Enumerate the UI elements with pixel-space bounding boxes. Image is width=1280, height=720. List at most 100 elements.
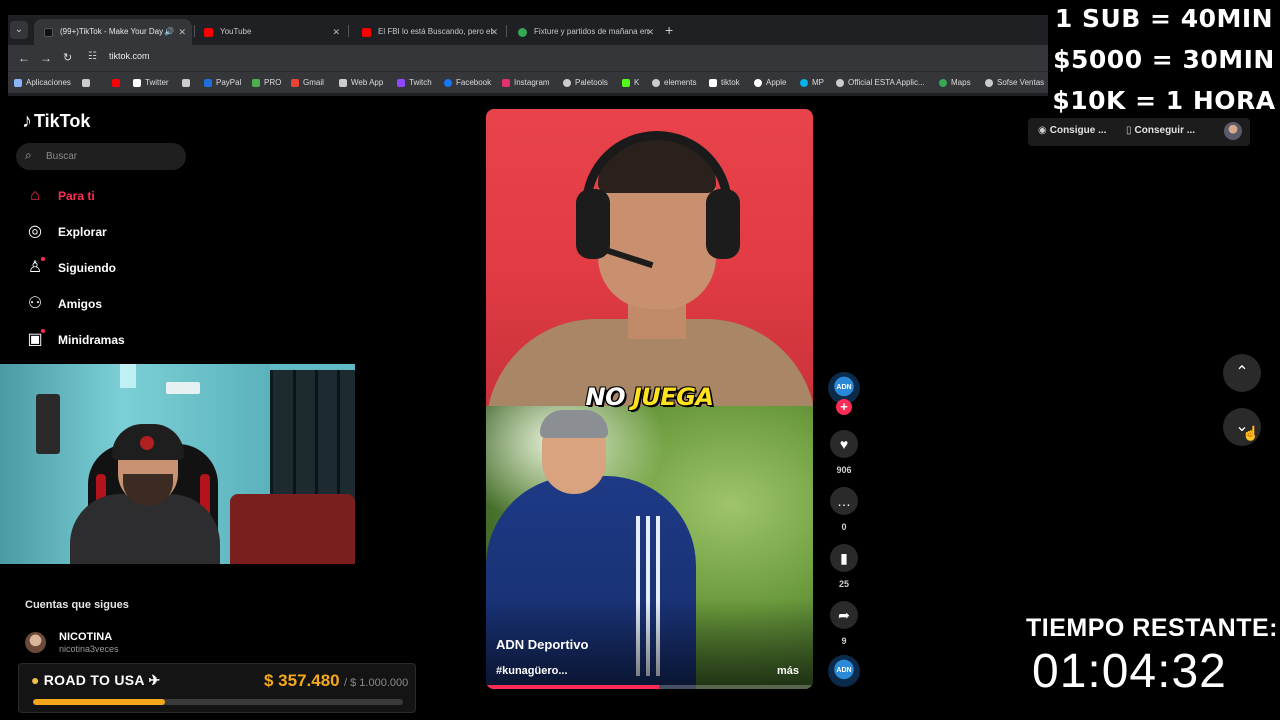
- bookmark-paletools[interactable]: Paletools: [563, 77, 608, 89]
- close-tab-icon[interactable]: ✕: [490, 19, 498, 45]
- comment-icon[interactable]: …: [830, 487, 858, 515]
- globe-icon: [836, 79, 844, 87]
- bookmark-twitter[interactable]: Twitter: [133, 77, 169, 89]
- bookmark-webapp[interactable]: Web App: [339, 77, 383, 89]
- apps-grid-icon: [14, 79, 22, 87]
- twitch-icon: [397, 79, 405, 87]
- tab-divider: [506, 25, 507, 37]
- bookmark-facebook[interactable]: Facebook: [444, 77, 491, 89]
- close-tab-icon[interactable]: ✕: [646, 19, 654, 45]
- timer-label: TIEMPO RESTANTE:: [1026, 614, 1278, 642]
- stream-goals-overlay: 1 SUB = 40MIN $5000 = 30MIN $10K = 1 HOR…: [1048, 0, 1280, 122]
- bookmark-gmail[interactable]: Gmail: [291, 77, 324, 89]
- phone-icon: ▯: [1126, 125, 1132, 136]
- bookmark-label: elements: [664, 78, 697, 87]
- follow-plus-icon[interactable]: +: [836, 399, 852, 415]
- video-description[interactable]: #kunagüero...: [496, 665, 568, 677]
- money-bag-icon: ●: [31, 672, 40, 688]
- video-progress-fill: [486, 685, 660, 689]
- youtube-favicon-icon: [204, 28, 213, 37]
- address-bar[interactable]: ☷ tiktok.com: [84, 48, 1044, 68]
- bookmark-icon[interactable]: ▮: [830, 544, 858, 572]
- video-player[interactable]: NO JUEGA ADN Deportivo #kunagüero... más: [486, 109, 813, 689]
- tiktok-favicon-icon: [44, 28, 53, 37]
- compass-icon: ◎: [28, 223, 42, 240]
- bookmark-esta[interactable]: Official ESTA Applic...: [836, 77, 925, 89]
- tab-fixture[interactable]: Fixture y partidos de mañana en ✕: [508, 19, 660, 45]
- search-input[interactable]: ⌕ Buscar: [16, 143, 186, 170]
- previous-video-chevron-up-icon[interactable]: ⌃: [1223, 354, 1261, 392]
- kick-icon: [622, 79, 630, 87]
- reload-icon[interactable]: ↻: [63, 49, 72, 67]
- bookmark-sofse[interactable]: Sofse Ventas: [985, 77, 1044, 89]
- profile-avatar[interactable]: [1224, 122, 1242, 140]
- bookmark-label: Official ESTA Applic...: [848, 78, 925, 87]
- video-caption: NO JUEGA: [486, 383, 813, 411]
- bookmark-tiktok[interactable]: tiktok: [709, 77, 740, 89]
- donation-progress-fill: [33, 699, 166, 705]
- paypal-icon: [204, 79, 212, 87]
- home-icon: ⌂: [30, 187, 40, 204]
- bookmark-paypal[interactable]: PayPal: [204, 77, 241, 89]
- search-placeholder: Buscar: [46, 151, 78, 162]
- forward-arrow-icon[interactable]: →: [40, 49, 52, 67]
- url-text[interactable]: tiktok.com: [109, 51, 150, 61]
- bookmark-kick[interactable]: K: [622, 77, 639, 89]
- video-progress-bar[interactable]: [486, 685, 813, 689]
- bookmark-label: Twitter: [145, 78, 169, 87]
- bookmark-mp[interactable]: MP: [800, 77, 824, 89]
- get-app-button[interactable]: ▯ Conseguir ...: [1126, 125, 1195, 136]
- bookmark-maps[interactable]: Maps: [939, 77, 971, 89]
- bookmark-label: PRO: [264, 78, 282, 87]
- tab-fbi-video[interactable]: El FBI lo está Buscando, pero el ✕: [352, 19, 504, 45]
- bookmark-label: Instagram: [514, 78, 550, 87]
- coin-icon: ◉: [1038, 125, 1047, 136]
- tab-tiktok[interactable]: (99+)TikTok - Make Your Day 🔊 ✕: [34, 19, 192, 45]
- audio-icon[interactable]: 🔊: [164, 19, 174, 45]
- share-arrow-icon[interactable]: ➦: [830, 601, 858, 629]
- back-arrow-icon[interactable]: ←: [18, 49, 30, 67]
- close-tab-icon[interactable]: ✕: [332, 19, 340, 45]
- site-icon: [182, 79, 190, 87]
- donation-amount: $ 357.480: [264, 671, 340, 690]
- comment-count: 0: [841, 522, 847, 532]
- bookmark-instagram[interactable]: Instagram: [502, 77, 550, 89]
- mouse-cursor-icon: ☝: [1242, 425, 1260, 441]
- donation-title-text: ROAD TO USA: [43, 672, 145, 688]
- webcam-light: [120, 364, 136, 388]
- notification-dot: [41, 257, 45, 261]
- tab-search-button[interactable]: ⌄: [10, 21, 28, 39]
- bookmark-label: MP: [812, 78, 824, 87]
- new-tab-button[interactable]: +: [665, 19, 673, 41]
- tiktok-icon: [709, 79, 717, 87]
- close-tab-icon[interactable]: ✕: [178, 19, 186, 45]
- sound-disc-avatar[interactable]: ADN: [828, 655, 860, 687]
- video-more-link[interactable]: más: [777, 665, 799, 677]
- video-actions: ADN + ♥ 906 … 0 ▮ 25 ➦ 9 ADN: [826, 372, 862, 692]
- video-author[interactable]: ADN Deportivo: [496, 637, 588, 652]
- nav-label: Para ti: [58, 189, 95, 203]
- caption-word-2: JUEGA: [632, 383, 714, 411]
- tab-title: Fixture y partidos de mañana en: [534, 27, 649, 36]
- site-info-icon[interactable]: ☷: [88, 51, 97, 62]
- webcam-air-conditioner: [166, 382, 200, 394]
- browser-window: ⌄ (99+)TikTok - Make Your Day 🔊 ✕ YouTub…: [8, 15, 1048, 96]
- tiktok-logo[interactable]: ♪ TikTok: [22, 110, 90, 136]
- bookmark-twitch[interactable]: Twitch: [397, 77, 432, 89]
- bookmark-apps[interactable]: Aplicaciones: [14, 77, 71, 89]
- tab-youtube[interactable]: YouTube ✕: [194, 19, 346, 45]
- webcam-sofa: [230, 494, 355, 564]
- bookmark-elements[interactable]: elements: [652, 77, 696, 89]
- donation-progress-track: [33, 699, 403, 705]
- bookmark-label: Facebook: [456, 78, 492, 87]
- notification-dot: [41, 329, 45, 333]
- bookmark-apple[interactable]: Apple: [754, 77, 786, 89]
- tiktok-note-icon: ♪: [22, 110, 32, 132]
- facebook-icon: [444, 79, 452, 87]
- like-heart-icon[interactable]: ♥: [830, 430, 858, 458]
- fixture-favicon-icon: [518, 28, 527, 37]
- video-host-figure: [486, 129, 813, 429]
- pro-icon: [252, 79, 260, 87]
- get-coins-button[interactable]: ◉ Consigue ...: [1038, 125, 1106, 136]
- bookmark-pro[interactable]: PRO: [252, 77, 281, 89]
